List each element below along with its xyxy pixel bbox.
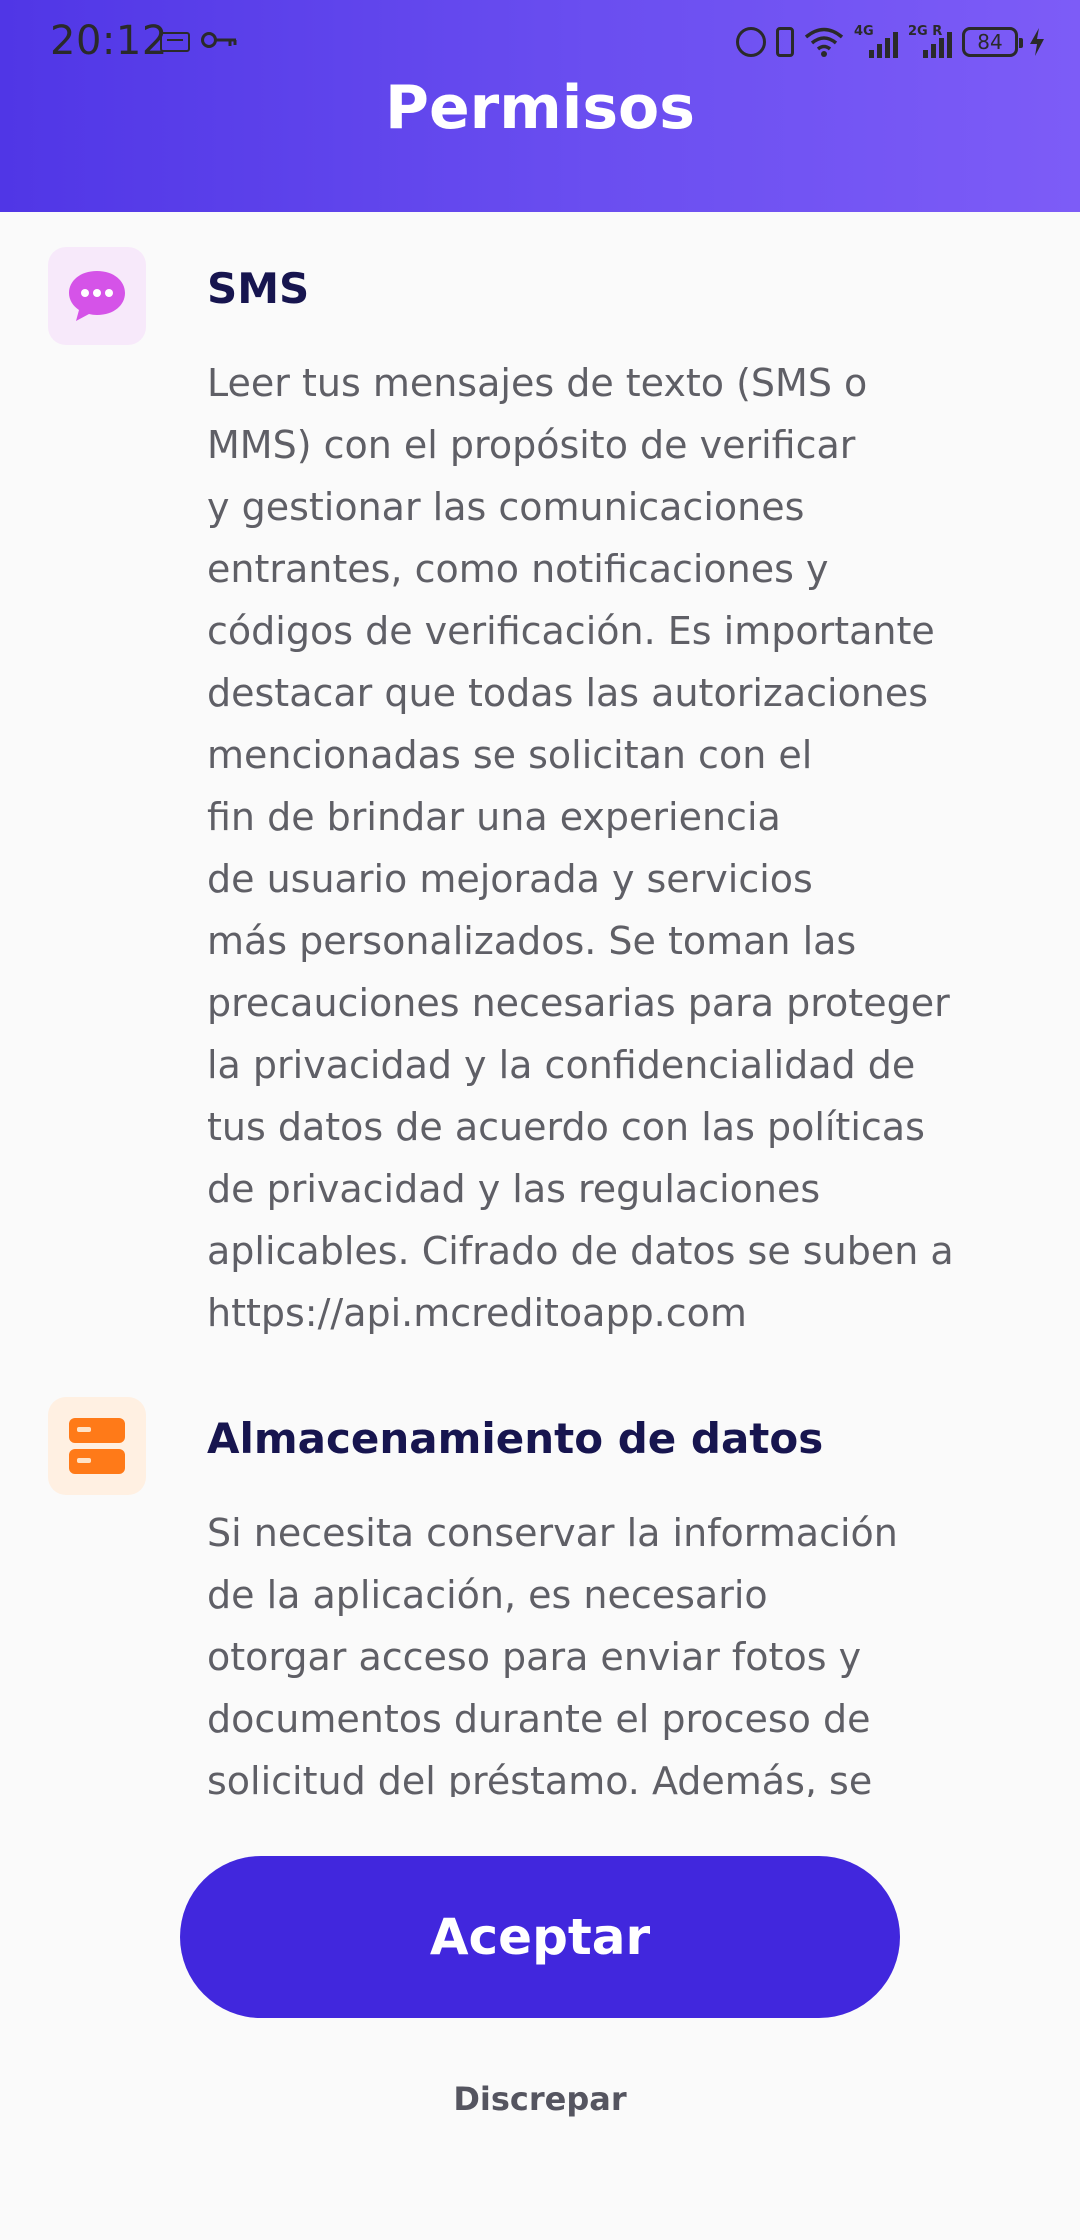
description-line: otorgar acceso para enviar fotos y	[207, 1635, 862, 1679]
alarm-icon	[736, 27, 766, 57]
accept-button[interactable]: Aceptar	[180, 1856, 900, 2018]
storage-icon-box	[48, 1397, 146, 1495]
description-line: más personalizados. Se toman las	[207, 919, 857, 963]
description-line: la privacidad y la confidencialidad de	[207, 1043, 916, 1087]
description-line: códigos de verificación. Es importante	[207, 609, 935, 653]
status-bar: 20:12 4G 2G R 84	[0, 0, 1080, 80]
vibrate-icon	[776, 27, 794, 57]
permissions-list[interactable]: SMS Leer tus mensajes de texto (SMS o MM…	[0, 212, 1080, 1797]
description-line: tus datos de acuerdo con las políticas	[207, 1105, 925, 1149]
battery-icon: 84	[962, 27, 1023, 57]
description-line: Si necesita conservar la información	[207, 1511, 898, 1555]
description-line: de usuario mejorada y servicios	[207, 857, 813, 901]
signal-icon: 4G	[854, 24, 898, 58]
page-title: Permisos	[385, 73, 695, 143]
description-line: de privacidad y las regulaciones	[207, 1167, 821, 1211]
signal-icon: 2G R	[908, 24, 952, 58]
description-line: fin de brindar una experiencia	[207, 795, 781, 839]
description-line: y gestionar las comunicaciones	[207, 485, 805, 529]
storage-icon	[69, 1418, 125, 1474]
description-line: destacar que todas las autorizaciones	[207, 671, 929, 715]
sms-icon-box	[48, 247, 146, 345]
charging-bolt-icon	[1030, 28, 1044, 56]
status-time: 20:12	[50, 18, 168, 64]
description-line: documentos durante el proceso de	[207, 1697, 871, 1741]
description-line: https://api.mcreditoapp.com	[207, 1291, 747, 1335]
permission-title: SMS	[207, 264, 310, 313]
description-line: Leer tus mensajes de texto (SMS o	[207, 361, 868, 405]
permission-title: Almacenamiento de datos	[207, 1414, 824, 1463]
chat-bubble-icon	[69, 271, 125, 321]
app-header: 20:12 4G 2G R 84 Permisos	[0, 0, 1080, 212]
description-line: entrantes, como notificaciones y	[207, 547, 829, 591]
wifi-icon	[804, 27, 844, 57]
description-line: MMS) con el propósito de verificar	[207, 423, 856, 467]
key-icon	[201, 32, 237, 48]
reject-link[interactable]: Discrepar	[0, 2080, 1080, 2118]
description-line: de la aplicación, es necesario	[207, 1573, 768, 1617]
description-line: precauciones necesarias para proteger	[207, 981, 950, 1025]
description-line: aplicables. Cifrado de datos se suben a	[207, 1229, 954, 1273]
description-line: solicitud del préstamo. Además, se	[207, 1759, 873, 1797]
sim-icon	[160, 32, 190, 52]
permission-description: Si necesita conservar la información de …	[207, 1502, 1037, 1797]
description-line: mencionadas se solicitan con el	[207, 733, 813, 777]
permission-description: Leer tus mensajes de texto (SMS o MMS) c…	[207, 352, 1037, 1344]
